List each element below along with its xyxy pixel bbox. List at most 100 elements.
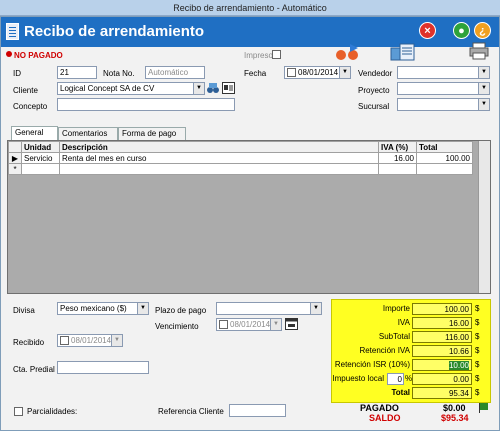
divisa-select[interactable]: Peso mexicano ($) ▼: [57, 302, 149, 315]
vencimiento-label: Vencimiento: [155, 322, 199, 331]
cell-iva[interactable]: 16.00: [378, 152, 417, 164]
proyecto-label: Proyecto: [358, 86, 390, 95]
report-icon[interactable]: [390, 42, 416, 62]
impreso-checkbox[interactable]: [272, 50, 281, 59]
chevron-down-icon[interactable]: ▼: [310, 303, 321, 314]
impuesto-local-label: Impuesto local: [332, 374, 384, 383]
iva-currency: $: [475, 318, 480, 327]
new-table-row[interactable]: *: [8, 163, 473, 175]
subtotal-currency: $: [475, 332, 480, 341]
ret-isr-selected-text: 10.00: [448, 361, 469, 370]
proyecto-select[interactable]: ▼: [397, 82, 490, 95]
ret-iva-currency: $: [475, 346, 480, 355]
chevron-down-icon[interactable]: ▼: [339, 67, 350, 78]
client-card-icon[interactable]: [222, 82, 235, 94]
binoculars-icon[interactable]: [207, 82, 219, 94]
vencimiento-field[interactable]: 08/01/2014 ▼: [216, 318, 282, 331]
vendedor-select[interactable]: ▼: [397, 66, 490, 79]
tab-general[interactable]: General: [11, 126, 58, 141]
cliente-value: Logical Concept SA de CV: [60, 84, 155, 93]
referencia-label: Referencia Cliente: [158, 407, 224, 416]
parcialidades-checkbox[interactable]: [14, 407, 23, 416]
ret-isr-label: Retención ISR (10%): [334, 360, 410, 369]
tab-comentarios[interactable]: Comentarios: [58, 127, 118, 140]
plazo-select[interactable]: ▼: [216, 302, 322, 315]
fecha-label: Fecha: [244, 69, 267, 78]
window-title: Recibo de arrendamiento - Automático: [173, 3, 327, 13]
nota-field[interactable]: Automático: [145, 66, 205, 79]
concepto-field[interactable]: [57, 98, 235, 111]
form-title: Recibo de arrendamiento: [24, 23, 205, 40]
help-icon[interactable]: ¿: [474, 22, 491, 39]
pagado-value: $0.00: [443, 403, 466, 413]
chevron-down-icon[interactable]: ▼: [137, 303, 148, 314]
window-title-bar: Recibo de arrendamiento - Automático: [0, 0, 500, 16]
close-icon[interactable]: ×: [419, 22, 436, 39]
sucursal-select[interactable]: ▼: [397, 98, 490, 111]
totals-row-importe: Importe 100.00 $: [332, 303, 492, 316]
predial-label: Cta. Predial: [13, 365, 55, 374]
column-header-total[interactable]: Total: [416, 141, 473, 153]
subtotal-label: SubTotal: [378, 332, 410, 341]
total-currency: $: [475, 388, 480, 397]
chevron-down-icon[interactable]: ▼: [478, 67, 489, 78]
calendar-icon[interactable]: [285, 318, 298, 330]
cliente-label: Cliente: [13, 86, 38, 95]
cell-descripcion[interactable]: Renta del mes en curso: [59, 152, 379, 164]
vendedor-label: Vendedor: [358, 69, 393, 78]
referencia-field[interactable]: [229, 404, 286, 417]
printer-icon[interactable]: [469, 42, 489, 60]
fecha-value: 08/01/2014: [298, 68, 339, 77]
totals-row-ret-iva: Retención IVA 10.66 $: [332, 345, 492, 358]
totals-row-subtotal: SubTotal 116.00 $: [332, 331, 492, 344]
items-grid[interactable]: Unidad Descripción IVA (%) Total ▶ Servi…: [7, 140, 491, 294]
saldo-label: SALDO: [369, 413, 401, 423]
recibido-checkbox[interactable]: [60, 336, 69, 345]
document-icon: [6, 23, 19, 40]
iva-label: IVA: [397, 318, 410, 327]
ret-iva-label: Retención IVA: [359, 346, 410, 355]
total-value: 95.34: [412, 387, 472, 399]
chevron-down-icon[interactable]: ▼: [193, 83, 204, 94]
parcialidades-label: Parcialidades:: [27, 407, 78, 416]
impuesto-local-percent[interactable]: 0: [387, 373, 404, 385]
sucursal-label: Sucursal: [358, 102, 390, 111]
predial-field[interactable]: [57, 361, 149, 374]
chevron-down-icon[interactable]: ▼: [478, 99, 489, 110]
fecha-checkbox[interactable]: [287, 68, 296, 77]
status-dot-icon: [6, 51, 12, 57]
new-cell-unidad[interactable]: [21, 163, 60, 175]
fecha-field[interactable]: 08/01/2014 ▼: [284, 66, 351, 79]
cliente-select[interactable]: Logical Concept SA de CV ▼: [57, 82, 205, 95]
cell-total[interactable]: 100.00: [416, 152, 473, 164]
new-cell-descripcion[interactable]: [59, 163, 379, 175]
payment-flag-icon[interactable]: [478, 402, 489, 413]
ok-icon[interactable]: ●: [453, 22, 470, 39]
id-field[interactable]: 21: [57, 66, 97, 79]
tab-forma-de-pago[interactable]: Forma de pago: [118, 127, 186, 140]
chevron-down-icon[interactable]: ▼: [111, 335, 122, 346]
column-header-unidad[interactable]: Unidad: [21, 141, 60, 153]
chevron-down-icon[interactable]: ▼: [270, 319, 281, 330]
status-label: NO PAGADO: [14, 51, 63, 60]
recibido-field[interactable]: 08/01/2014 ▼: [57, 334, 123, 347]
importe-label: Importe: [382, 304, 410, 313]
grid-scrollbar[interactable]: [478, 141, 490, 293]
vencimiento-value: 08/01/2014: [230, 320, 271, 329]
column-header-descripcion[interactable]: Descripción: [59, 141, 379, 153]
totals-row-impuesto-local: Impuesto local 0 % 0.00 $: [332, 373, 492, 386]
recibido-label: Recibido: [13, 338, 45, 347]
totals-panel: Importe 100.00 $ IVA 16.00 $ SubTotal 11…: [331, 299, 491, 403]
new-cell-total[interactable]: [416, 163, 473, 175]
chevron-down-icon[interactable]: ▼: [478, 83, 489, 94]
new-cell-iva[interactable]: [378, 163, 417, 175]
items-table: Unidad Descripción IVA (%) Total ▶ Servi…: [8, 141, 473, 175]
process-icon[interactable]: [333, 41, 363, 61]
cell-unidad[interactable]: Servicio: [21, 152, 60, 164]
ret-isr-value[interactable]: 10.00: [412, 359, 472, 371]
vencimiento-checkbox[interactable]: [219, 320, 228, 329]
iva-value: 16.00: [412, 317, 472, 329]
column-header-iva[interactable]: IVA (%): [378, 141, 417, 153]
table-row[interactable]: ▶ Servicio Renta del mes en curso 16.00 …: [8, 152, 473, 164]
impuesto-local-currency: $: [475, 374, 480, 383]
